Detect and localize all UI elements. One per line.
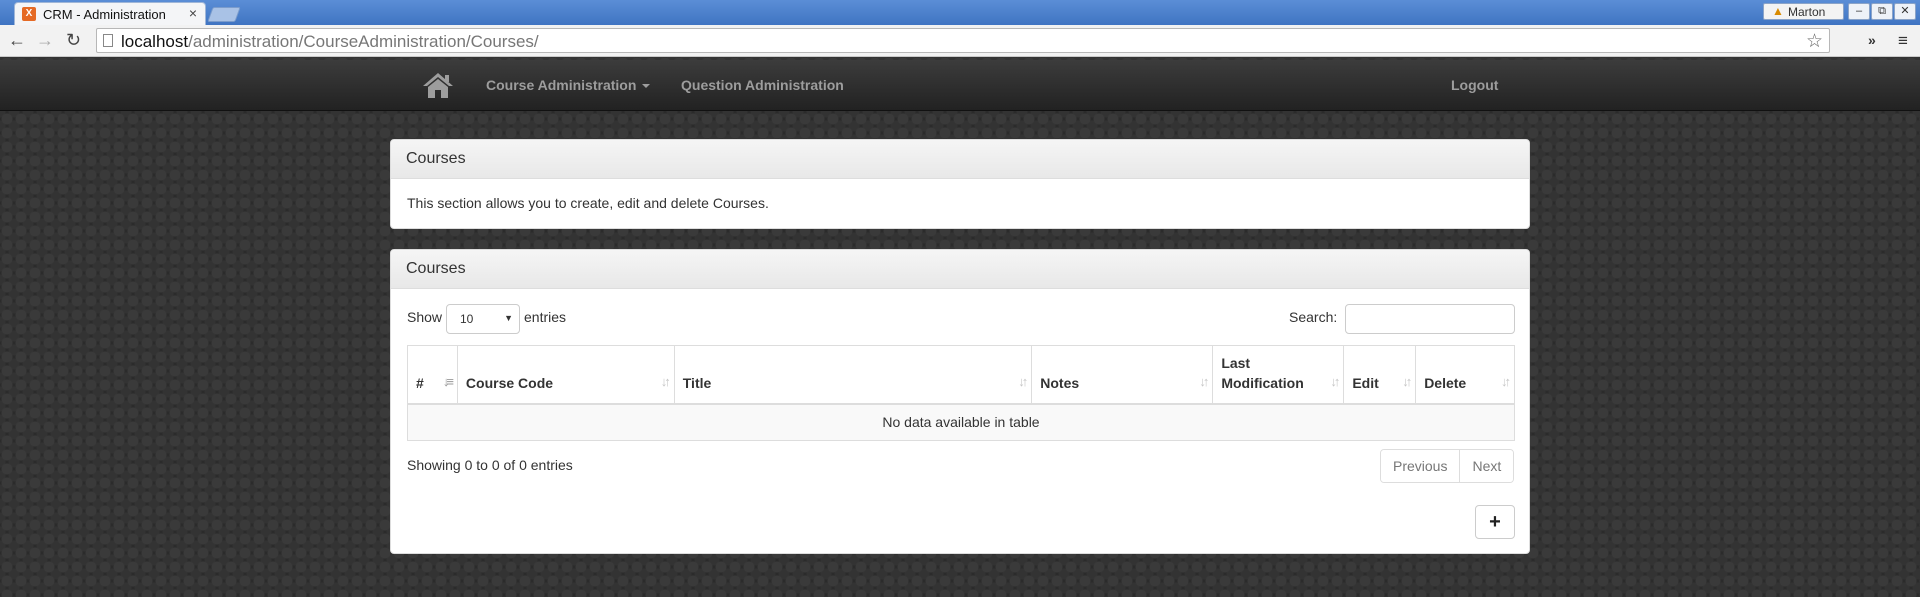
intro-panel-heading: Courses [391,140,1529,179]
close-window-button[interactable]: ✕ [1894,3,1916,20]
url-host: localhost [121,32,189,51]
browser-tab[interactable]: X CRM - Administration × [14,2,206,25]
browser-toolbar: ← → ↻ localhost/administration/CourseAdm… [0,25,1920,57]
url-text: localhost/administration/CourseAdministr… [121,32,539,52]
extensions-chevron-icon[interactable]: » [1868,32,1876,48]
profile-name: Marton [1788,5,1826,19]
sort-icon: ↓↑ [660,373,671,389]
home-icon[interactable] [422,71,454,99]
show-label: Show [407,309,443,325]
minimize-button[interactable]: – [1848,3,1870,20]
column-label: # [416,374,424,391]
sort-icon: ↓↑ [1501,373,1511,389]
url-path: /administration/CourseAdministration/Cou… [188,32,539,51]
restore-button[interactable]: ⧉ [1871,3,1893,20]
column-header-title[interactable]: Title ↓↑ [673,345,1033,405]
previous-button[interactable]: Previous [1381,450,1460,482]
reload-icon[interactable]: ↻ [66,29,81,51]
sort-icon: ↓↑ [1199,373,1209,389]
tab-title: CRM - Administration [43,7,166,22]
tab-close-icon[interactable]: × [189,5,197,21]
column-header-notes[interactable]: Notes ↓↑ [1031,345,1214,405]
column-header-delete[interactable]: Delete ↓↑ [1415,345,1515,405]
back-icon[interactable]: ← [8,29,26,51]
browser-titlebar: X CRM - Administration × ▲ Marton – ⧉ ✕ [0,0,1920,25]
select-arrow-icon: ▼ [504,313,513,323]
sort-icon: ↓↑ [1330,373,1340,389]
page-icon [103,34,113,47]
profile-button[interactable]: ▲ Marton [1763,3,1844,20]
courses-panel: Courses Show 10 ▼ entries Search: # ↓≡ Co… [390,249,1530,554]
bookmark-star-icon[interactable]: ☆ [1806,30,1823,53]
favicon-icon: X [22,7,36,21]
sort-icon: ↓↑ [1018,373,1028,389]
question-administration-link[interactable]: Question Administration [681,77,844,93]
entries-length-value: 10 [460,312,474,326]
next-button[interactable]: Next [1459,450,1514,482]
column-header-last-modification[interactable]: Last Modification ↓↑ [1212,345,1345,405]
course-administration-dropdown[interactable]: Course Administration [486,77,651,93]
intro-panel-text: This section allows you to create, edit … [407,195,769,211]
search-label: Search: [1289,309,1338,325]
column-label: Title [682,374,712,391]
new-tab-button[interactable] [207,7,241,22]
intro-panel: Courses This section allows you to creat… [390,139,1530,229]
sort-ascending-icon: ↓≡ [442,373,454,389]
table-row: No data available in table [407,403,1515,441]
logout-link[interactable]: Logout [1451,77,1498,93]
courses-panel-heading: Courses [391,250,1529,289]
column-label: Edit [1352,374,1379,391]
column-label: Notes [1040,374,1080,391]
browser-menu-icon[interactable]: ≡ [1898,31,1908,51]
warning-icon: ▲ [1772,4,1784,18]
plus-icon: + [1489,511,1501,533]
column-label: Delete [1424,374,1467,391]
entries-length-select[interactable]: 10 ▼ [446,304,520,334]
table-info: Showing 0 to 0 of 0 entries [407,457,573,473]
add-course-button[interactable]: + [1475,505,1515,539]
column-label: Last Modification [1221,354,1304,391]
column-header-edit[interactable]: Edit ↓↑ [1343,345,1417,405]
column-header-course-code[interactable]: Course Code ↓↑ [456,345,675,405]
forward-icon[interactable]: → [36,29,54,51]
empty-table-message: No data available in table [407,403,1515,441]
sort-icon: ↓↑ [1402,373,1412,389]
courses-table: # ↓≡ Course Code ↓↑ Title ↓↑ Notes ↓↑ Last M… [407,345,1515,441]
pagination: Previous Next [1380,449,1515,483]
app-navbar: Course Administration Question Administr… [0,60,1920,111]
caret-down-icon [642,84,651,89]
entries-label: entries [524,309,567,325]
column-header-number[interactable]: # ↓≡ [407,345,458,405]
course-administration-label: Course Administration [486,77,637,93]
address-bar[interactable]: localhost/administration/CourseAdministr… [96,28,1830,53]
column-label: Course Code [465,374,554,391]
table-header-row: # ↓≡ Course Code ↓↑ Title ↓↑ Notes ↓↑ Last M… [407,345,1515,405]
search-input[interactable] [1345,304,1515,334]
